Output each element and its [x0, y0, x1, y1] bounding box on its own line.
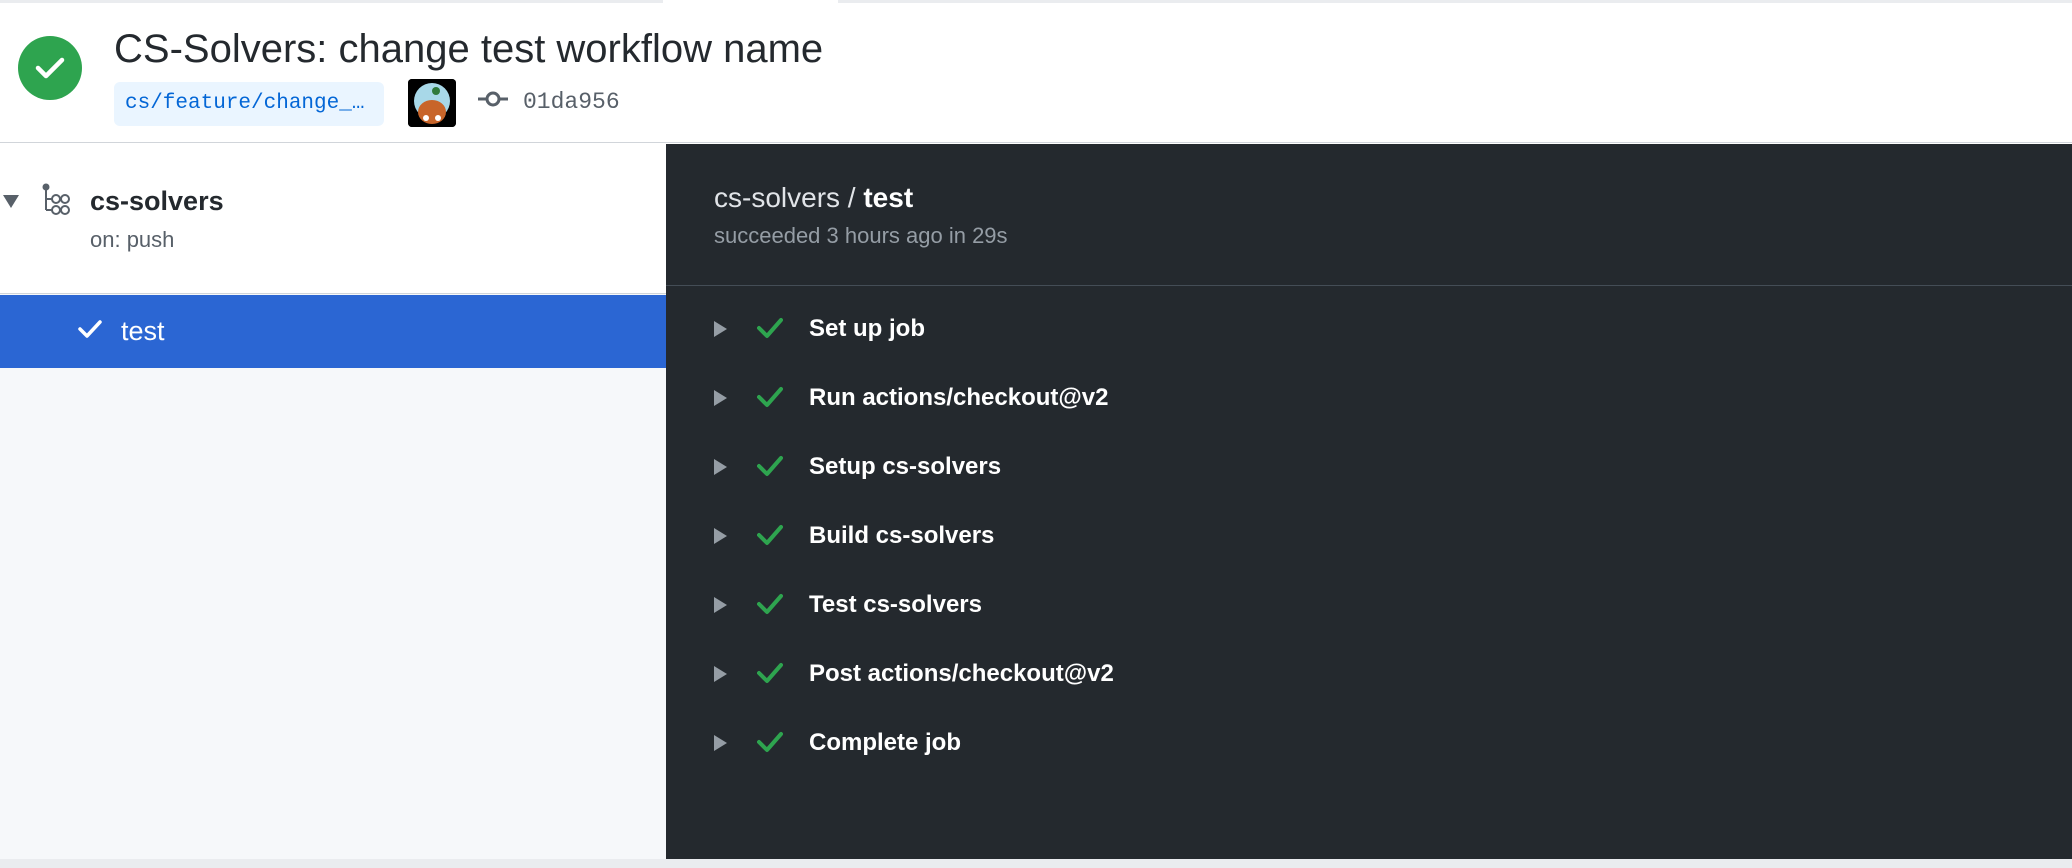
step-list: Set up job Run actions/checkout@v2 Setup…: [666, 300, 2072, 783]
commit-sha[interactable]: 01da956: [523, 87, 620, 117]
job-summary: succeeded 3 hours ago in 29s: [714, 223, 1008, 248]
check-icon: [757, 663, 783, 683]
step-label: Run actions/checkout@v2: [809, 384, 1109, 411]
run-title: CS-Solvers: change test workflow name: [114, 27, 824, 71]
triangle-right-icon: [714, 528, 727, 544]
git-commit-icon: [478, 91, 508, 107]
step-row[interactable]: Run actions/checkout@v2: [666, 369, 2072, 438]
step-label: Post actions/checkout@v2: [809, 660, 1114, 687]
workflow-icon: [42, 183, 70, 215]
sidebar-item-test[interactable]: test: [0, 295, 666, 368]
breadcrumb: cs-solvers / test: [714, 180, 913, 216]
bottom-scrollbar-track: [0, 859, 2072, 868]
workflow-name: cs-solvers: [90, 186, 224, 216]
step-row[interactable]: Test cs-solvers: [666, 576, 2072, 645]
breadcrumb-job: test: [863, 182, 914, 213]
branch-label[interactable]: cs/feature/change_…: [114, 82, 384, 126]
workflow-trigger: on: push: [90, 227, 175, 252]
job-log-header: cs-solvers / test succeeded 3 hours ago …: [666, 144, 2072, 286]
triangle-right-icon: [714, 597, 727, 613]
step-row[interactable]: Set up job: [666, 300, 2072, 369]
breadcrumb-workflow: cs-solvers: [714, 182, 841, 213]
step-row[interactable]: Build cs-solvers: [666, 507, 2072, 576]
check-icon: [78, 320, 102, 338]
triangle-right-icon: [714, 390, 727, 406]
breadcrumb-separator: /: [840, 182, 864, 213]
check-icon: [757, 732, 783, 752]
triangle-right-icon: [714, 735, 727, 751]
triangle-right-icon: [714, 666, 727, 682]
job-label: test: [121, 316, 165, 346]
workflow-group: cs-solvers on: push: [0, 144, 666, 294]
avatar[interactable]: [408, 79, 456, 127]
step-label: Setup cs-solvers: [809, 453, 1002, 480]
triangle-right-icon: [714, 459, 727, 475]
check-icon: [757, 525, 783, 545]
step-label: Set up job: [809, 315, 925, 342]
jobs-sidebar: cs-solvers on: push test: [0, 144, 666, 859]
check-icon: [757, 456, 783, 476]
step-label: Complete job: [809, 729, 962, 756]
job-log-panel: cs-solvers / test succeeded 3 hours ago …: [666, 144, 2072, 859]
check-icon: [757, 318, 783, 338]
check-icon: [757, 387, 783, 407]
step-label: Build cs-solvers: [809, 522, 995, 549]
run-header: CS-Solvers: change test workflow name cs…: [0, 3, 2072, 143]
check-icon: [35, 57, 65, 79]
check-icon: [757, 594, 783, 614]
avatar-image: [408, 79, 456, 127]
step-row[interactable]: Post actions/checkout@v2: [666, 645, 2072, 714]
success-status-icon: [18, 36, 82, 100]
triangle-right-icon: [714, 321, 727, 337]
step-label: Test cs-solvers: [809, 591, 982, 618]
step-row[interactable]: Setup cs-solvers: [666, 438, 2072, 507]
step-row[interactable]: Complete job: [666, 714, 2072, 783]
triangle-down-icon[interactable]: [3, 195, 19, 208]
